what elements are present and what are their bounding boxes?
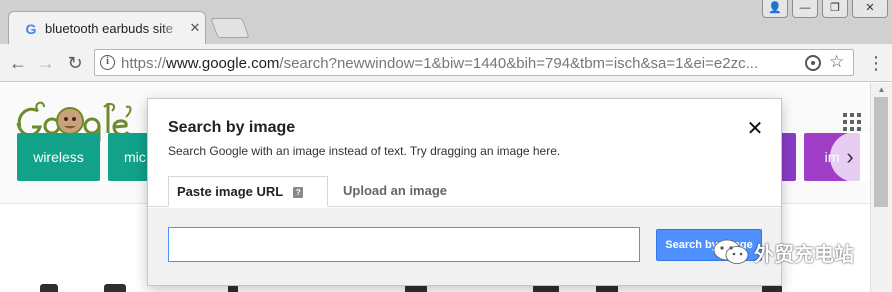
url-host: www.google.com: [166, 55, 280, 72]
tab-upload-image[interactable]: Upload an image: [343, 176, 447, 207]
tab-close-icon[interactable]: ✕: [187, 20, 203, 36]
chip-mic[interactable]: mic: [108, 133, 148, 181]
location-target-icon[interactable]: [805, 55, 821, 71]
browser-tab[interactable]: G bluetooth earbuds site ✕: [8, 11, 206, 44]
dialog-description: Search Google with an image instead of t…: [168, 144, 561, 158]
browser-toolbar: ← → ↻ i https://www.google.com/search?ne…: [0, 44, 892, 82]
dialog-title: Search by image: [168, 119, 296, 136]
scroll-up-arrow-icon[interactable]: ▲: [871, 83, 892, 97]
site-info-icon[interactable]: i: [100, 55, 115, 70]
address-bar[interactable]: i https://www.google.com/search?newwindo…: [94, 49, 854, 76]
apps-grid-icon[interactable]: [843, 113, 861, 131]
browser-window: G bluetooth earbuds site ✕ 👤 — ❐ ✕ ← → ↻…: [0, 0, 892, 292]
maximize-button[interactable]: ❐: [822, 0, 848, 18]
tab-paste-image-url[interactable]: Paste image URL?: [168, 176, 328, 207]
dialog-body: Search by image: [148, 208, 781, 285]
window-close-button[interactable]: ✕: [852, 0, 888, 18]
new-tab-button[interactable]: [210, 18, 250, 38]
reload-icon[interactable]: ↻: [63, 51, 87, 75]
tab-title: bluetooth earbuds site: [45, 21, 183, 36]
help-icon[interactable]: ?: [293, 187, 304, 199]
google-favicon-icon: G: [25, 21, 37, 37]
profile-icon[interactable]: 👤: [762, 0, 788, 18]
url-text[interactable]: https://www.google.com/search?newwindow=…: [121, 55, 791, 72]
dialog-tabs: Paste image URL? Upload an image: [148, 176, 781, 207]
url-scheme: https://: [121, 55, 167, 72]
url-path: /search?newwindow=1&biw=1440&bih=794&tbm…: [279, 55, 759, 72]
watermark-text: 外贸充电站: [754, 242, 854, 266]
image-url-input[interactable]: [168, 227, 640, 262]
browser-menu-icon[interactable]: ⋮: [866, 52, 886, 74]
forward-arrow-icon[interactable]: →: [34, 51, 58, 75]
wechat-logo-icon: [713, 239, 749, 264]
window-controls: 👤 — ❐ ✕: [762, 0, 888, 18]
tab-strip: G bluetooth earbuds site ✕ 👤 — ❐ ✕: [0, 0, 892, 44]
watermark: 外贸充电站: [712, 232, 892, 272]
minimize-button[interactable]: —: [792, 0, 818, 18]
back-arrow-icon[interactable]: ←: [6, 51, 30, 75]
dialog-close-icon[interactable]: ✕: [744, 118, 766, 140]
search-by-image-dialog: Search by image ✕ Search Google with an …: [147, 98, 782, 286]
tab-paste-label: Paste image URL: [177, 184, 284, 199]
scrollbar-thumb[interactable]: [874, 97, 888, 207]
result-thumbnail[interactable]: [104, 284, 126, 292]
bookmark-star-icon[interactable]: ☆: [829, 52, 844, 72]
chip-wireless[interactable]: wireless: [17, 133, 100, 181]
result-thumbnail[interactable]: [40, 284, 58, 292]
